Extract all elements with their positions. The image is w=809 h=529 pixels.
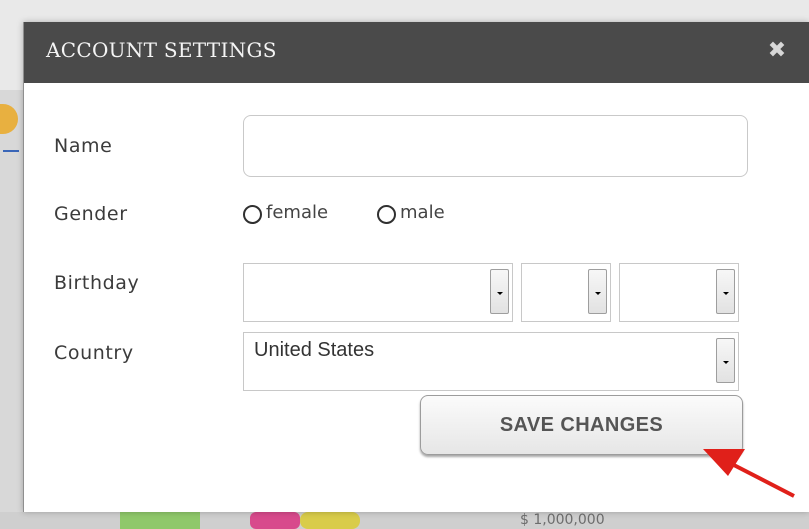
- name-label: Name: [54, 135, 113, 157]
- save-changes-button[interactable]: SAVE CHANGES: [420, 395, 743, 455]
- backdrop-tile: [250, 512, 300, 529]
- dialog-header: ACCOUNT SETTINGS ✖: [24, 22, 809, 83]
- gender-female-radio[interactable]: [243, 205, 262, 224]
- country-label: Country: [54, 342, 134, 364]
- gender-label: Gender: [54, 203, 128, 225]
- country-selected-value: United States: [254, 339, 375, 361]
- chevron-down-icon: [588, 269, 607, 314]
- gender-male-radio[interactable]: [377, 205, 396, 224]
- backdrop-amount: $ 1,000,000: [520, 512, 605, 528]
- gender-female-label: female: [266, 202, 329, 223]
- backdrop-link: [3, 150, 19, 152]
- chevron-down-icon: [716, 338, 735, 383]
- close-icon[interactable]: ✖: [762, 36, 792, 66]
- backdrop-tile: [120, 512, 200, 529]
- birthday-label: Birthday: [54, 272, 140, 294]
- chevron-down-icon: [716, 269, 735, 314]
- backdrop-tile: [300, 512, 360, 529]
- birthday-month-select[interactable]: [243, 263, 513, 322]
- account-settings-dialog: ACCOUNT SETTINGS ✖ Name Gender female ma…: [23, 22, 809, 512]
- country-select[interactable]: United States: [243, 332, 739, 391]
- chevron-down-icon: [490, 269, 509, 314]
- dialog-title: ACCOUNT SETTINGS: [46, 38, 277, 62]
- birthday-day-select[interactable]: [521, 263, 611, 322]
- name-input[interactable]: [243, 115, 748, 177]
- birthday-year-select[interactable]: [619, 263, 739, 322]
- gender-male-label: male: [400, 202, 445, 223]
- backdrop-left-panel: [0, 90, 23, 520]
